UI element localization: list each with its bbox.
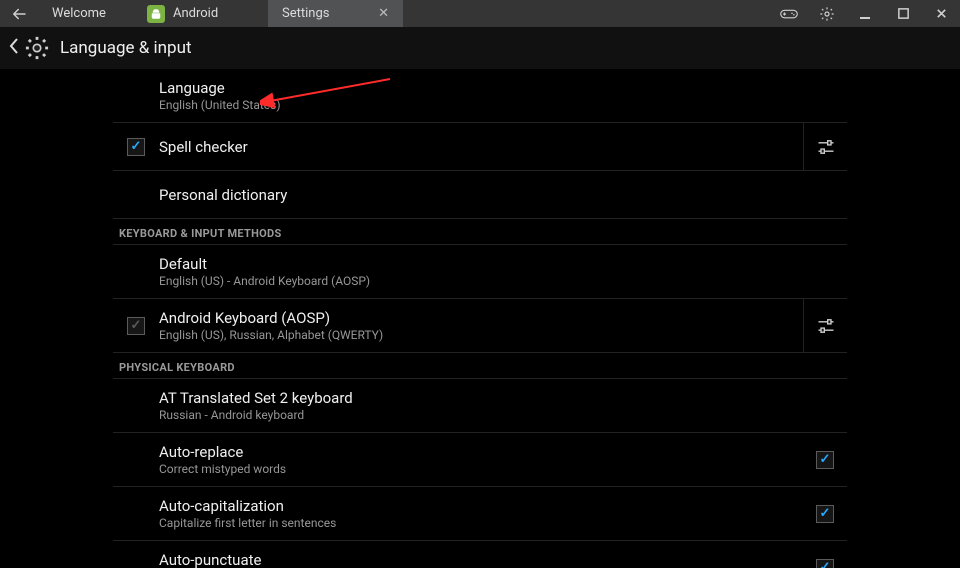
page-back-button[interactable] [6, 37, 22, 59]
close-window-button[interactable] [922, 0, 960, 27]
minimize-button[interactable] [846, 0, 884, 27]
pref-title: Auto-capitalization [159, 497, 803, 515]
tab-settings[interactable]: Settings ✕ [268, 0, 403, 27]
android-icon [147, 5, 165, 23]
pref-auto-replace[interactable]: Auto-replace Correct mistyped words [113, 433, 847, 487]
pref-sub: English (US), Russian, Alphabet (QWERTY) [159, 328, 803, 342]
pref-sub: English (United States) [159, 98, 847, 112]
gamepad-button[interactable] [770, 0, 808, 27]
pref-spell-checker[interactable]: Spell checker [113, 123, 847, 171]
pref-title: Auto-punctuate [159, 551, 803, 568]
pref-sub: Russian - Android keyboard [159, 408, 847, 422]
pref-title: Language [159, 79, 847, 97]
checkbox-aosp-keyboard[interactable] [127, 317, 145, 335]
maximize-button[interactable] [884, 0, 922, 27]
tab-settings-label: Settings [282, 6, 329, 21]
pref-title: Default [159, 255, 847, 273]
pref-sub: English (US) - Android Keyboard (AOSP) [159, 274, 847, 288]
page-title: Language & input [60, 38, 192, 58]
section-physical-keyboard: PHYSICAL KEYBOARD [113, 353, 847, 379]
pref-aosp-keyboard[interactable]: Android Keyboard (AOSP) English (US), Ru… [113, 299, 847, 353]
checkbox-auto-punctuate[interactable] [816, 559, 834, 568]
checkbox-auto-replace[interactable] [816, 451, 834, 469]
pref-title: Personal dictionary [159, 186, 847, 204]
pref-auto-capitalization[interactable]: Auto-capitalization Capitalize first let… [113, 487, 847, 541]
pref-auto-punctuate[interactable]: Auto-punctuate Press Space key twice to … [113, 541, 847, 568]
tab-android[interactable]: Android [133, 0, 268, 27]
content-scroll[interactable]: Language English (United States) Spell c… [0, 69, 960, 568]
checkbox-auto-capitalization[interactable] [816, 505, 834, 523]
pref-sub: Capitalize first letter in sentences [159, 516, 803, 530]
pref-title: Auto-replace [159, 443, 803, 461]
settings-sliders-button[interactable] [803, 123, 847, 170]
checkbox-spell-checker[interactable] [127, 138, 145, 156]
tab-welcome-label: Welcome [52, 6, 106, 21]
pref-physical-keyboard[interactable]: AT Translated Set 2 keyboard Russian - A… [113, 379, 847, 433]
pref-personal-dictionary[interactable]: Personal dictionary [113, 171, 847, 219]
pref-sub: Correct mistyped words [159, 462, 803, 476]
nav-back-button[interactable] [0, 0, 38, 27]
window-chrome: Welcome Android Settings ✕ [0, 0, 960, 27]
tab-welcome[interactable]: Welcome [38, 0, 133, 27]
close-tab-icon[interactable]: ✕ [378, 6, 389, 21]
pref-title: Spell checker [159, 138, 803, 156]
section-keyboard-methods: KEYBOARD & INPUT METHODS [113, 219, 847, 245]
gear-button[interactable] [808, 0, 846, 27]
pref-title: Android Keyboard (AOSP) [159, 309, 803, 327]
settings-sliders-button[interactable] [803, 299, 847, 352]
pref-title: AT Translated Set 2 keyboard [159, 389, 847, 407]
pref-default-keyboard[interactable]: Default English (US) - Android Keyboard … [113, 245, 847, 299]
page-header: Language & input [0, 27, 960, 69]
pref-language[interactable]: Language English (United States) [113, 69, 847, 123]
settings-gear-icon [22, 33, 52, 63]
tab-android-label: Android [173, 6, 218, 21]
